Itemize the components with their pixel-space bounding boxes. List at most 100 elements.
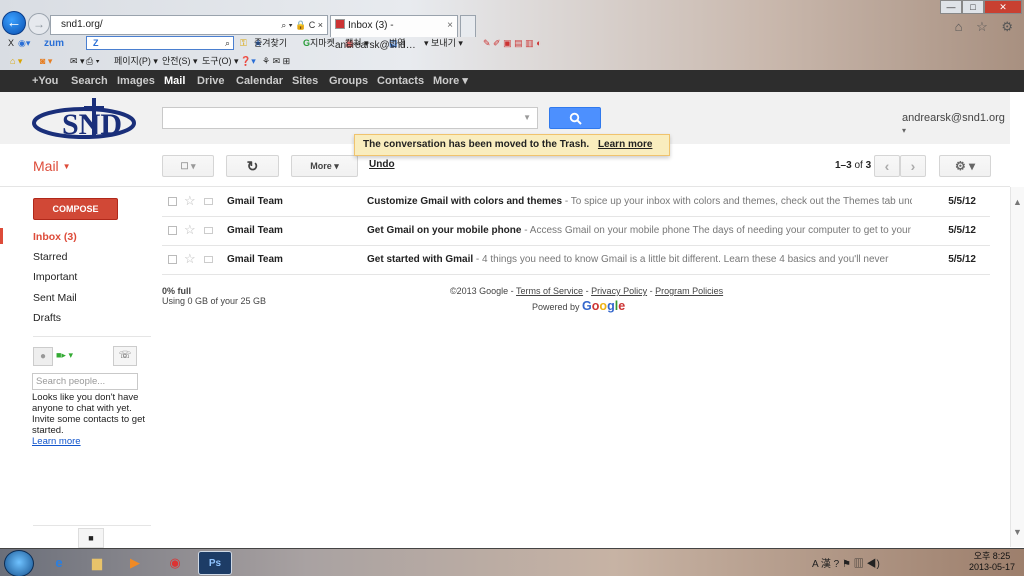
row-checkbox[interactable] xyxy=(168,255,177,264)
trash-notification: The conversation has been moved to the T… xyxy=(354,134,670,170)
home-icon[interactable]: ⌂ ▾ xyxy=(10,53,22,69)
toolbar-close-icon[interactable]: X xyxy=(8,35,14,52)
gbar-search[interactable]: Search xyxy=(71,70,108,92)
important-marker-icon[interactable] xyxy=(204,227,213,234)
new-tab-button[interactable] xyxy=(460,15,476,37)
star-icon[interactable]: ☆ xyxy=(184,222,196,238)
start-button[interactable] xyxy=(4,550,34,576)
favorites-label: 즐겨찾기 xyxy=(254,38,288,48)
table-row[interactable]: ☆ Gmail Team Get Gmail on your mobile ph… xyxy=(162,217,990,246)
windows-taskbar: e ▆ ▶ ◉ Ps A 漢 ? ⚑ ▥ ◀) 오후 8:25 2013-05-… xyxy=(0,548,1024,576)
important-marker-icon[interactable] xyxy=(204,198,213,205)
undo-link[interactable]: Undo xyxy=(369,159,395,170)
media-player-icon[interactable]: ▶ xyxy=(118,551,152,575)
tray-icons[interactable]: ⚑ ▥ ◀) xyxy=(842,559,880,570)
page-menu[interactable]: 페이지(P) ▾ xyxy=(114,53,158,69)
scroll-up-icon[interactable]: ▲ xyxy=(1013,197,1022,207)
browser-chrome: — □ ✕ ← → snd1.org/ ⌕ ▾ 🔒 C × Inbox (3) … xyxy=(0,0,1024,70)
account-menu[interactable]: andrearsk@snd1.org ▾ xyxy=(902,112,1010,136)
sidebar-item-starred[interactable]: Starred xyxy=(33,251,67,263)
ime-indicator[interactable]: A 漢 ? xyxy=(812,559,839,570)
zum-search-input[interactable]: Z ⌕ xyxy=(86,36,234,50)
table-row[interactable]: ☆ Gmail Team Get started with Gmail - 4 … xyxy=(162,246,990,275)
browser-tool-icons[interactable]: ⌂ ☆ ⚙ xyxy=(955,19,1018,35)
date: 5/5/12 xyxy=(948,254,976,265)
address-controls[interactable]: ⌕ ▾ 🔒 C × xyxy=(281,16,323,34)
video-status-icon[interactable]: ■▸ ▾ xyxy=(56,350,73,361)
terms-link[interactable]: Terms of Service xyxy=(516,286,583,296)
gbar-groups[interactable]: Groups xyxy=(329,70,368,92)
learn-more-link[interactable]: Learn more xyxy=(598,139,652,150)
file-explorer-icon[interactable]: ▆ xyxy=(80,551,114,575)
search-options-icon[interactable]: ▼ xyxy=(523,113,531,122)
forward-button[interactable]: → xyxy=(28,13,50,35)
phone-icon[interactable]: ☏ xyxy=(113,346,137,366)
gmarket-icon: G xyxy=(303,38,311,48)
settings-button[interactable]: ⚙ ▾ xyxy=(939,155,991,177)
row-checkbox[interactable] xyxy=(168,197,177,206)
snd-logo[interactable]: SND xyxy=(30,96,140,145)
tab-close-icon[interactable]: × xyxy=(447,16,453,36)
chrome-icon[interactable]: ◉ xyxy=(158,551,192,575)
star-icon[interactable]: ☆ xyxy=(184,193,196,209)
help-icon[interactable]: ❓▾ xyxy=(240,53,256,69)
address-bar[interactable]: snd1.org/ ⌕ ▾ 🔒 C × xyxy=(50,15,328,35)
zum-menu-icon[interactable]: ◉▾ xyxy=(18,35,30,52)
gbar-images[interactable]: Images xyxy=(117,70,155,92)
privacy-link[interactable]: Privacy Policy xyxy=(591,286,647,296)
gbar-contacts[interactable]: Contacts xyxy=(377,70,424,92)
gbar-drive[interactable]: Drive xyxy=(197,70,225,92)
rss-icon[interactable]: ◙ ▾ xyxy=(40,53,52,69)
toolbar-tools-icons[interactable]: ✎ ✐ ▣ ▤ ▥ ◐ xyxy=(483,35,542,52)
scrollbar[interactable]: ▲ ▼ xyxy=(1010,187,1024,547)
search-people-input[interactable]: Search people... xyxy=(32,373,138,390)
important-marker-icon[interactable] xyxy=(204,256,213,263)
chat-bubble-icon[interactable]: ■ xyxy=(78,528,104,548)
policies-link[interactable]: Program Policies xyxy=(655,286,723,296)
gmarket-item[interactable]: G 지마켓 xyxy=(303,35,335,52)
mail-search-input[interactable]: ▼ xyxy=(162,107,538,129)
gbar-you[interactable]: +You xyxy=(32,70,58,92)
sidebar-item-important[interactable]: Important xyxy=(33,271,77,283)
photoshop-icon[interactable]: Ps xyxy=(198,551,232,575)
refresh-button[interactable]: ↻ xyxy=(226,155,279,177)
command-extra-icons[interactable]: ⚘ ✉ ⊞ xyxy=(262,53,290,69)
gbar-mail[interactable]: Mail xyxy=(164,70,185,92)
avatar[interactable]: ● xyxy=(33,347,53,366)
select-all-button[interactable]: ☐ ▾ xyxy=(162,155,214,177)
mail-cmd-icon[interactable]: ✉ ▾ xyxy=(70,53,85,69)
more-button[interactable]: More ▾ xyxy=(291,155,358,177)
internet-explorer-icon[interactable]: e xyxy=(42,551,76,575)
sidebar-item-inbox[interactable]: Inbox (3) xyxy=(33,231,77,243)
chat-learn-more-link[interactable]: Learn more xyxy=(32,436,81,447)
search-button[interactable] xyxy=(549,107,601,129)
active-indicator xyxy=(0,228,3,244)
zum-logo[interactable]: zum xyxy=(44,35,64,52)
compose-button[interactable]: COMPOSE xyxy=(33,198,118,220)
sidebar-item-drafts[interactable]: Drafts xyxy=(33,312,61,324)
older-button[interactable]: › xyxy=(900,155,926,177)
mail-menu[interactable]: Mail ▼ xyxy=(33,158,70,174)
sender: Gmail Team xyxy=(227,196,283,207)
zum-search-icon[interactable]: ⌕ xyxy=(225,37,230,49)
clock[interactable]: 오후 8:25 2013-05-17 xyxy=(962,551,1022,573)
print-icon[interactable]: ⎙ ▾ xyxy=(86,53,99,69)
subject-line: Get Gmail on your mobile phone - Access … xyxy=(367,225,912,236)
gbar-sites[interactable]: Sites xyxy=(292,70,318,92)
subject-line: Customize Gmail with colors and themes -… xyxy=(367,196,912,207)
page-total: 3 xyxy=(865,160,872,171)
star-icon[interactable]: ☆ xyxy=(184,251,196,267)
newer-button[interactable]: ‹ xyxy=(874,155,900,177)
footer-links: ©2013 Google - Terms of Service - Privac… xyxy=(450,286,724,296)
table-row[interactable]: ☆ Gmail Team Customize Gmail with colors… xyxy=(162,188,990,217)
scroll-down-icon[interactable]: ▼ xyxy=(1013,527,1022,537)
sidebar-item-sent[interactable]: Sent Mail xyxy=(33,292,77,304)
tab-inbox[interactable]: Inbox (3) - andrearsk@snd… × xyxy=(330,15,458,51)
gbar-more[interactable]: More ▾ xyxy=(433,70,468,92)
gbar-calendar[interactable]: Calendar xyxy=(236,70,283,92)
key-icon[interactable]: ⚿ xyxy=(240,35,247,52)
safety-menu[interactable]: 안전(S) ▾ xyxy=(162,53,198,69)
row-checkbox[interactable] xyxy=(168,226,177,235)
tools-menu[interactable]: 도구(O) ▾ xyxy=(202,53,239,69)
back-button[interactable]: ← xyxy=(2,11,26,35)
